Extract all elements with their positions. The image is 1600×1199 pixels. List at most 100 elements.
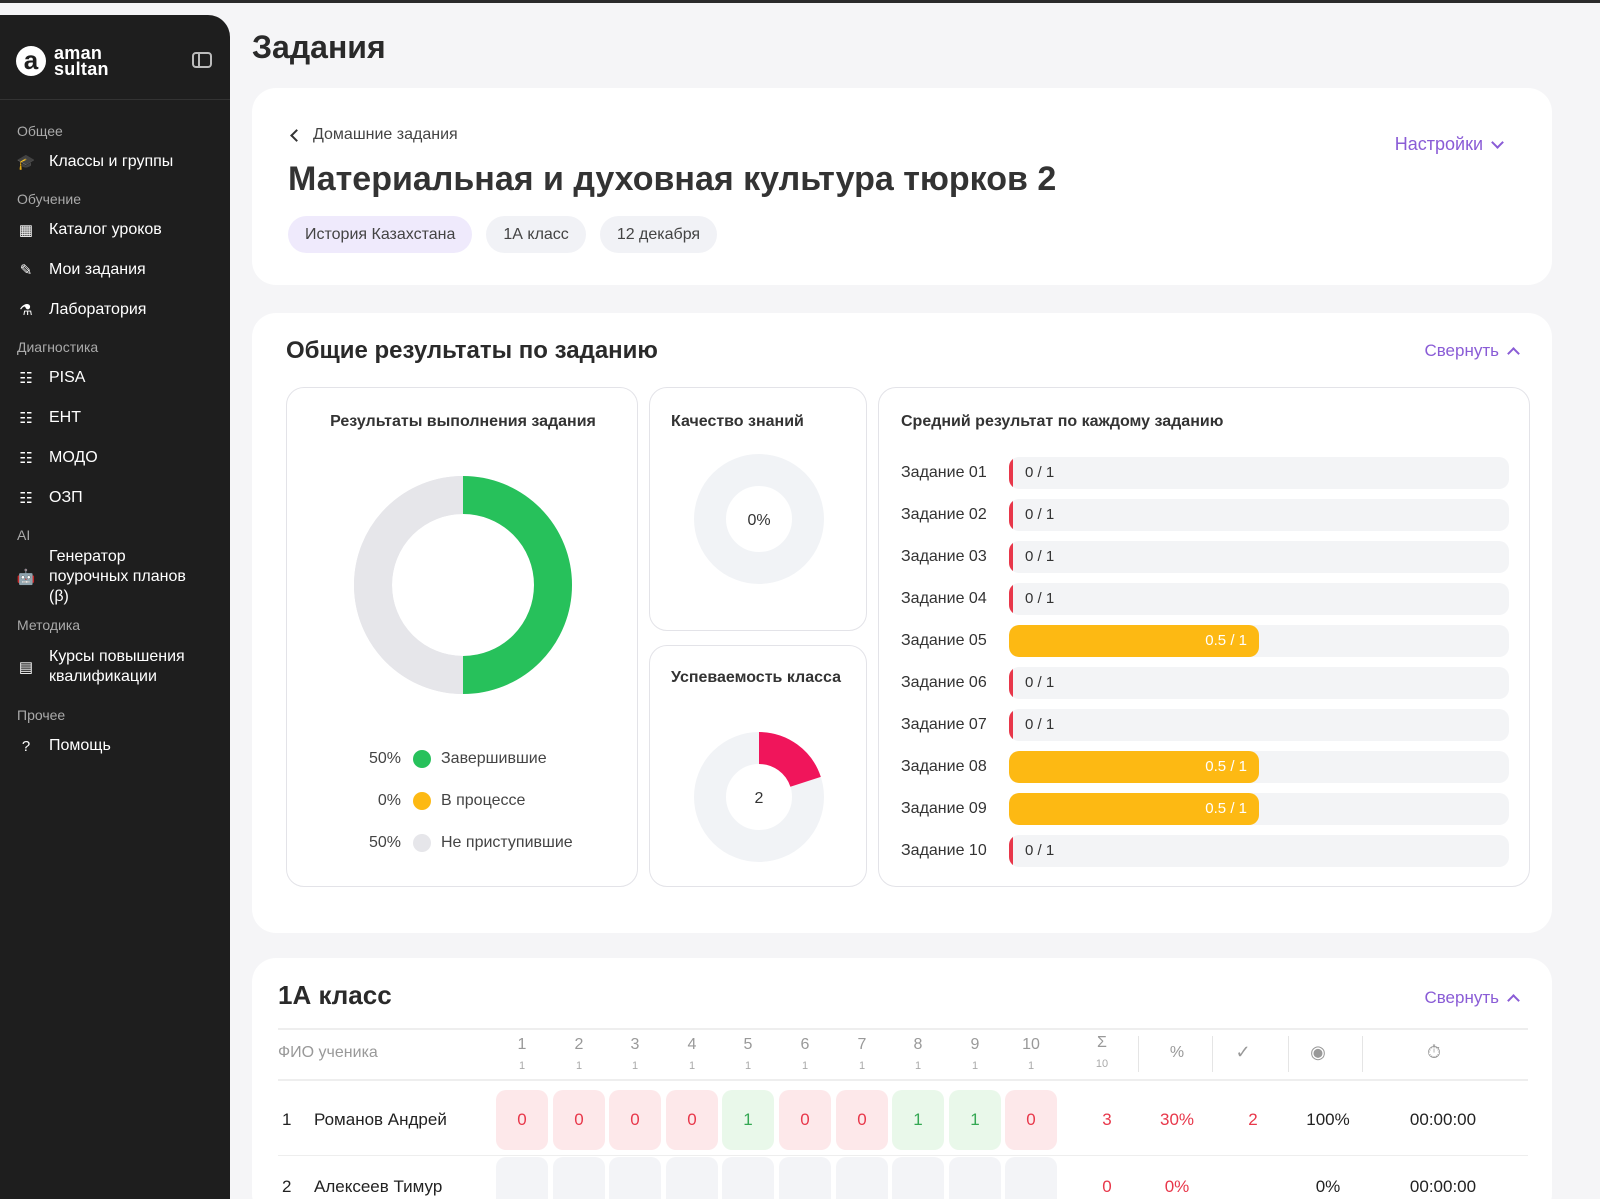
grid-icon: ▦ — [18, 222, 34, 239]
task-column-header[interactable]: 51 — [722, 1036, 774, 1072]
task-column-header[interactable]: 21 — [553, 1036, 605, 1072]
percent-column-header[interactable]: % — [1152, 1044, 1202, 1062]
bar-value-label: 0.5 / 1 — [1205, 632, 1247, 649]
sidebar-item[interactable]: ⚗ Лаборатория — [0, 290, 230, 330]
bar-fill — [1009, 835, 1013, 867]
score-cell[interactable] — [666, 1157, 718, 1199]
legend-dot — [413, 750, 431, 768]
score-cell[interactable] — [1005, 1157, 1057, 1199]
sidebar-item[interactable]: ▦ Каталог уроков — [0, 210, 230, 250]
task-label: Задание 05 — [901, 632, 987, 649]
score-cell[interactable]: 1 — [892, 1090, 944, 1150]
score-cell[interactable]: 0 — [1005, 1090, 1057, 1150]
score-cell[interactable] — [553, 1157, 605, 1199]
quality-panel: Качество знаний 0% — [649, 387, 867, 631]
sidebar-item-label: ЕНТ — [49, 409, 81, 426]
quality-title: Качество знаний — [671, 413, 804, 430]
task-column-header[interactable]: 41 — [666, 1036, 718, 1072]
student-name[interactable]: Романов Андрей — [314, 1110, 447, 1130]
table-header-border — [278, 1079, 1528, 1081]
settings-label: Настройки — [1394, 134, 1483, 154]
sum-max: 10 — [1095, 1058, 1109, 1070]
task-column-header[interactable]: 61 — [779, 1036, 831, 1072]
sidebar-section-title: Диагностика — [17, 339, 99, 355]
task-number: 4 — [687, 1036, 697, 1053]
task-column-header[interactable]: 81 — [892, 1036, 944, 1072]
sidebar-item[interactable]: ☷ ОЗП — [0, 478, 230, 518]
row-border — [278, 1155, 1528, 1156]
sidebar-item[interactable]: 🤖 Генератор поурочных планов (β) — [0, 546, 230, 608]
sidebar-item[interactable]: ▤ Курсы повышения квалификации — [0, 636, 230, 698]
check-icon[interactable]: ✓ — [1223, 1042, 1263, 1063]
column-divider — [1138, 1036, 1139, 1072]
tag-class: 1А класс — [486, 216, 586, 253]
score-cell[interactable] — [609, 1157, 661, 1199]
task-column-header[interactable]: 91 — [949, 1036, 1001, 1072]
score-cell[interactable] — [779, 1157, 831, 1199]
legend-value: 50% — [368, 834, 401, 851]
sidebar-item[interactable]: ? Помощь — [0, 726, 230, 766]
logo[interactable]: a aman sultan — [16, 44, 109, 78]
name-column-header[interactable]: ФИО ученика — [278, 1044, 378, 1062]
sidebar-item[interactable]: 🎓 Классы и группы — [0, 142, 230, 182]
row-number: 2 — [282, 1177, 292, 1196]
average-row: Задание 04 0 / 1 — [901, 578, 1509, 620]
chevron-up-icon — [1507, 347, 1520, 360]
score-cell[interactable]: 0 — [609, 1090, 661, 1150]
settings-dropdown[interactable]: Настройки — [1394, 134, 1504, 155]
score-cell[interactable] — [722, 1157, 774, 1199]
sidebar-item-label: Генератор поурочных планов (β) — [49, 548, 186, 605]
sidebar-item[interactable]: ✎ Мои задания — [0, 250, 230, 290]
sidebar-section-title: Прочее — [17, 707, 66, 723]
chevron-down-icon — [1491, 135, 1504, 149]
edit-icon: ✎ — [19, 262, 33, 279]
score-cell[interactable]: 1 — [722, 1090, 774, 1150]
sidebar-section-title: Методика — [17, 617, 81, 633]
task-column-header[interactable]: 71 — [836, 1036, 888, 1072]
sidebar-item[interactable]: ☷ PISA — [0, 358, 230, 398]
bar-track: 0 / 1 — [1009, 709, 1509, 741]
task-number: 5 — [743, 1036, 753, 1053]
class-collapse-button[interactable]: Свернуть — [1424, 988, 1520, 1008]
sum-column-header[interactable]: Σ 10 — [1082, 1034, 1122, 1070]
task-number: 1 — [517, 1036, 527, 1053]
score-cell[interactable]: 1 — [949, 1090, 1001, 1150]
score-cell[interactable]: 0 — [779, 1090, 831, 1150]
back-link[interactable]: Домашние задания — [290, 126, 458, 144]
score-cell[interactable]: 0 — [836, 1090, 888, 1150]
bar-track: 0 / 1 — [1009, 457, 1509, 489]
score-cell[interactable] — [892, 1157, 944, 1199]
checklist-icon: ☷ — [19, 490, 33, 507]
bar-track: 0.5 / 1 — [1009, 625, 1509, 657]
task-max: 1 — [744, 1060, 752, 1072]
book-icon: ▤ — [18, 659, 34, 676]
score-cell[interactable]: 0 — [496, 1090, 548, 1150]
task-number: 2 — [574, 1036, 584, 1053]
legend-item: 0% В процессе — [357, 780, 597, 822]
task-max: 1 — [1027, 1060, 1035, 1072]
score-cell[interactable] — [496, 1157, 548, 1199]
task-column-header[interactable]: 10 1 — [1005, 1036, 1057, 1072]
score-cell[interactable]: 0 — [553, 1090, 605, 1150]
task-label: Задание 03 — [901, 548, 987, 565]
task-column-header[interactable]: 11 — [496, 1036, 548, 1072]
legend-label: Не приступившие — [441, 834, 573, 851]
timer-icon[interactable]: ⏱ — [1414, 1042, 1454, 1063]
sidebar-item[interactable]: ☷ МОДО — [0, 438, 230, 478]
score-cell[interactable] — [836, 1157, 888, 1199]
tag-subject: История Казахстана — [288, 216, 473, 253]
app-window: a aman sultan Общее 🎓 Классы и группы Обуче… — [0, 3, 1600, 1199]
score-cell[interactable] — [949, 1157, 1001, 1199]
score-cell[interactable]: 0 — [666, 1090, 718, 1150]
sidebar-item[interactable]: ☷ ЕНТ — [0, 398, 230, 438]
legend-label: Завершившие — [441, 750, 547, 767]
sidebar-collapse-icon[interactable] — [192, 52, 212, 68]
sidebar-item-label: МОДО — [49, 449, 98, 466]
donut-slice-2 — [354, 476, 464, 694]
task-column-header[interactable]: 31 — [609, 1036, 661, 1072]
column-divider — [1212, 1036, 1213, 1072]
task-label: Задание 10 — [901, 842, 987, 859]
eye-icon[interactable]: ◉ — [1298, 1042, 1338, 1063]
results-collapse-button[interactable]: Свернуть — [1424, 341, 1520, 361]
student-name[interactable]: Алексеев Тимур — [314, 1177, 442, 1197]
